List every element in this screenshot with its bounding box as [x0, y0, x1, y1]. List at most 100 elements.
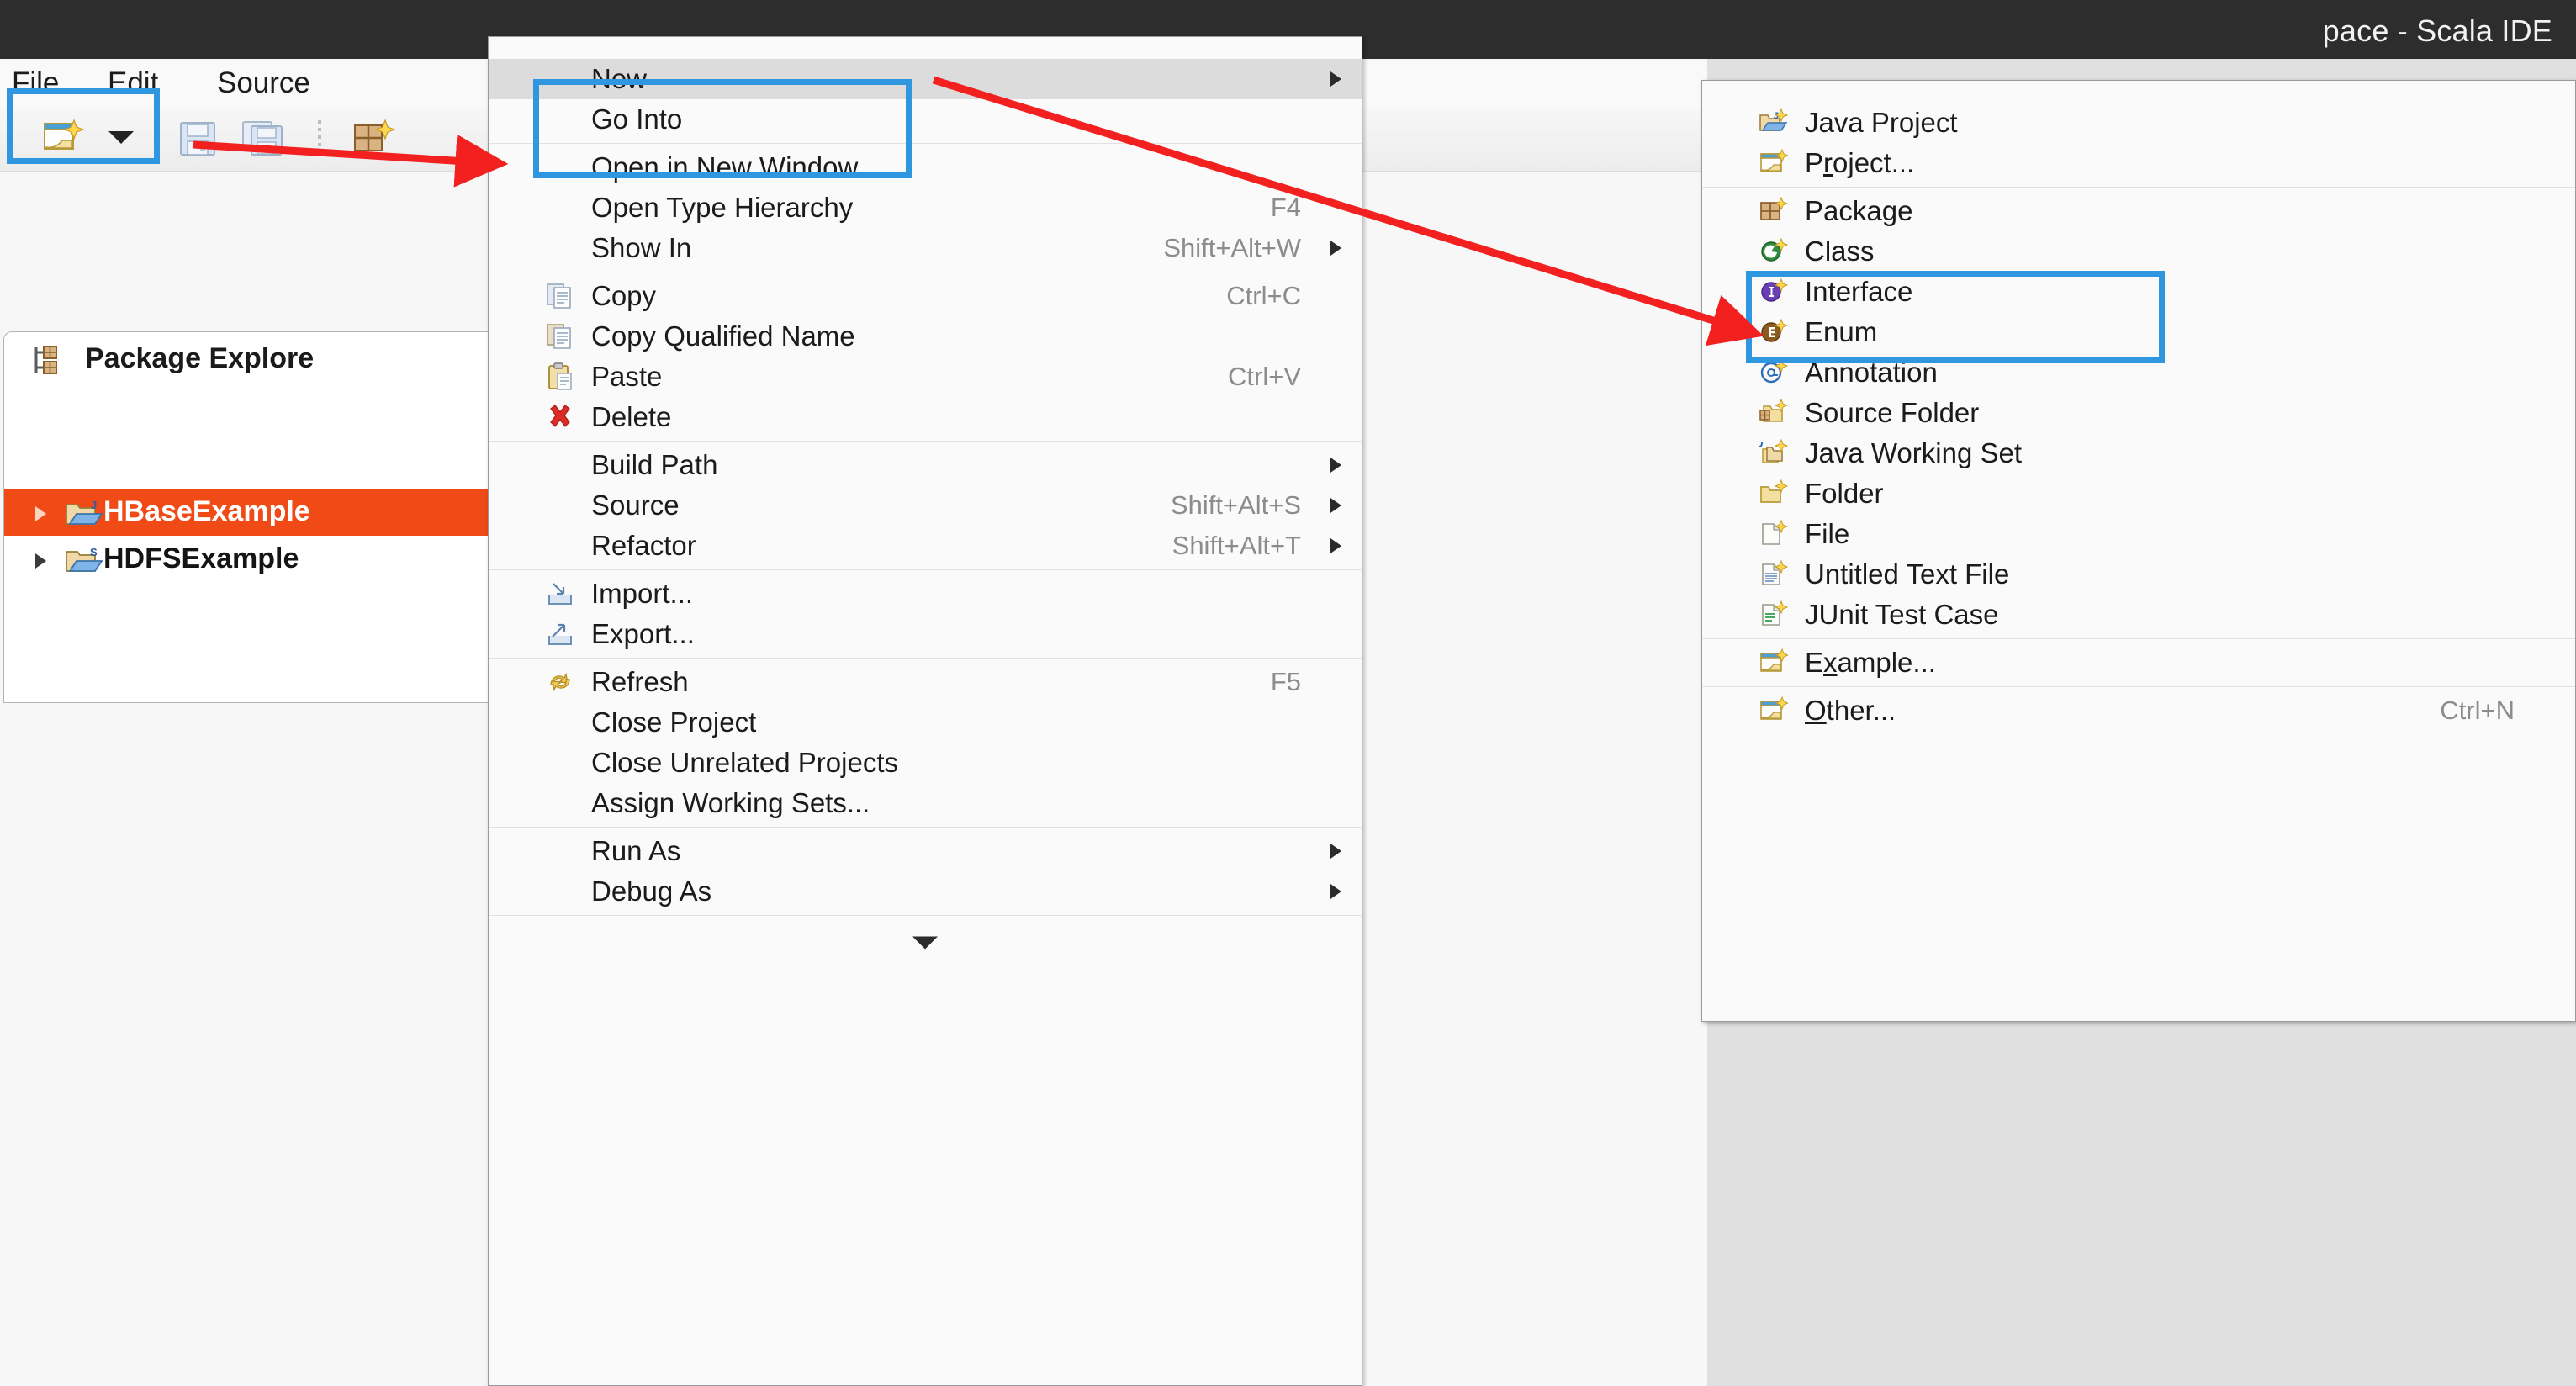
save-all-icon	[241, 119, 286, 163]
tree-item-hbaseexample[interactable]: J HBaseExample	[4, 489, 509, 536]
submenu-item-accel: Ctrl+N	[2440, 696, 2515, 725]
menu-separator	[489, 143, 1362, 144]
submenu-item-package[interactable]: Package	[1702, 191, 2575, 231]
submenu-item-label: Java Project	[1805, 107, 1958, 138]
package-explorer-tab-label: Package Explore	[85, 342, 315, 374]
submenu-item-untitled-text-file[interactable]: Untitled Text File	[1702, 554, 2575, 595]
submenu-item-label: Source Folder	[1805, 397, 1980, 428]
package-explorer-tab[interactable]: Package Explore	[4, 332, 509, 386]
chevron-down-icon[interactable]	[106, 129, 136, 150]
menu-item-new[interactable]: New	[489, 59, 1362, 99]
new-project-icon	[1759, 148, 1790, 177]
submenu-item-java-working-set[interactable]: Java Working Set	[1702, 433, 2575, 473]
menu-item-label: Refresh	[591, 666, 689, 697]
new-wizard-icon[interactable]	[42, 119, 85, 161]
menu-item-label: Paste	[591, 361, 663, 392]
menu-separator	[1702, 638, 2575, 639]
new-junit-test-case-icon	[1759, 600, 1789, 629]
menu-item-label: Close Unrelated Projects	[591, 747, 898, 778]
menu-item-build-path[interactable]: Build Path	[489, 445, 1362, 485]
new-untitled-text-file-icon	[1759, 559, 1789, 589]
svg-text:J: J	[91, 499, 97, 511]
tree-item-label: HDFSExample	[103, 542, 299, 574]
submenu-item-label: Project...	[1805, 147, 1915, 178]
menu-item-import[interactable]: Import...	[489, 574, 1362, 614]
menu-item-run-as[interactable]: Run As	[489, 831, 1362, 871]
menu-item-label: Copy	[591, 280, 657, 311]
submenu-item-folder[interactable]: Folder	[1702, 473, 2575, 514]
submenu-item-label: Interface	[1805, 276, 1913, 307]
menu-item-label: Source	[591, 489, 680, 521]
tree-item-hdfsexample[interactable]: S HDFSExample	[4, 536, 509, 583]
menu-item-refactor[interactable]: Refactor Shift+Alt+T	[489, 526, 1362, 566]
new-source-folder-icon	[1759, 398, 1789, 427]
menu-item-paste[interactable]: Paste Ctrl+V	[489, 357, 1362, 397]
submenu-arrow-icon	[1330, 498, 1341, 513]
delete-icon	[546, 403, 574, 431]
menu-padding	[489, 37, 1362, 59]
submenu-item-junit-test-case[interactable]: JUnit Test Case	[1702, 595, 2575, 635]
submenu-item-interface[interactable]: Interface	[1702, 272, 2575, 312]
menu-item-copy-qualified-name[interactable]: Copy Qualified Name	[489, 316, 1362, 357]
package-explorer-icon	[33, 344, 68, 380]
menubar-item-source[interactable]: Source	[217, 66, 310, 100]
menu-item-source[interactable]: Source Shift+Alt+S	[489, 485, 1362, 526]
new-package-icon[interactable]	[352, 119, 396, 161]
menu-separator	[489, 569, 1362, 570]
menu-item-export[interactable]: Export...	[489, 614, 1362, 654]
new-submenu: J Java Project Project... Package Class …	[1701, 80, 2576, 1022]
menu-item-close-unrelated-projects[interactable]: Close Unrelated Projects	[489, 743, 1362, 783]
svg-text:S: S	[90, 546, 98, 558]
submenu-item-source-folder[interactable]: Source Folder	[1702, 393, 2575, 433]
chevron-right-icon[interactable]	[31, 551, 50, 575]
copy-qualified-name-icon	[546, 322, 574, 351]
submenu-item-label: JUnit Test Case	[1805, 599, 1999, 630]
menu-item-label: New	[591, 63, 648, 94]
menu-item-label: Delete	[591, 401, 672, 432]
menu-scroll-down-button[interactable]	[489, 919, 1362, 966]
submenu-item-java-project[interactable]: J Java Project	[1702, 103, 2575, 143]
menu-item-label: Refactor	[591, 530, 696, 561]
new-example-icon	[1759, 648, 1790, 677]
menu-item-label: Build Path	[591, 449, 718, 480]
menu-separator	[1702, 686, 2575, 687]
menu-separator	[1702, 187, 2575, 188]
chevron-down-icon	[912, 936, 938, 950]
chevron-right-icon[interactable]	[31, 504, 50, 528]
scala-project-icon: S	[65, 546, 103, 580]
menu-item-accel: Shift+Alt+S	[1170, 490, 1301, 520]
menu-item-open-in-new-window[interactable]: Open in New Window	[489, 147, 1362, 188]
menu-item-copy[interactable]: Copy Ctrl+C	[489, 276, 1362, 316]
menu-item-refresh[interactable]: Refresh F5	[489, 662, 1362, 702]
toolbar-separator	[318, 120, 321, 157]
menubar-item-file[interactable]: File	[12, 66, 59, 100]
menu-item-delete[interactable]: Delete	[489, 397, 1362, 437]
submenu-item-label: Untitled Text File	[1805, 558, 2010, 590]
refresh-icon	[546, 668, 574, 696]
menu-item-label: Close Project	[591, 706, 757, 738]
menu-item-go-into[interactable]: Go Into	[489, 99, 1362, 140]
menu-item-debug-as[interactable]: Debug As	[489, 871, 1362, 912]
menu-item-assign-working-sets[interactable]: Assign Working Sets...	[489, 783, 1362, 823]
submenu-item-label: Folder	[1805, 478, 1884, 509]
menu-separator	[489, 827, 1362, 828]
new-file-icon	[1759, 519, 1789, 548]
submenu-item-class[interactable]: Class	[1702, 231, 2575, 272]
submenu-item-other[interactable]: Other... Ctrl+N	[1702, 690, 2575, 731]
new-java-project-icon: J	[1759, 108, 1789, 137]
submenu-item-label: File	[1805, 518, 1850, 549]
menu-item-close-project[interactable]: Close Project	[489, 702, 1362, 743]
menu-item-open-type-hierarchy[interactable]: Open Type Hierarchy F4	[489, 188, 1362, 228]
submenu-arrow-icon	[1330, 844, 1341, 859]
submenu-item-example[interactable]: Example...	[1702, 643, 2575, 683]
submenu-item-annotation[interactable]: Annotation	[1702, 352, 2575, 393]
menu-item-label: Assign Working Sets...	[591, 787, 870, 818]
submenu-item-label: Package	[1805, 195, 1913, 226]
submenu-item-enum[interactable]: Enum	[1702, 312, 2575, 352]
submenu-item-project[interactable]: Project...	[1702, 143, 2575, 183]
menu-item-label: Copy Qualified Name	[591, 320, 855, 352]
menubar-item-edit[interactable]: Edit	[108, 66, 158, 100]
submenu-item-file[interactable]: File	[1702, 514, 2575, 554]
menu-item-show-in[interactable]: Show In Shift+Alt+W	[489, 228, 1362, 268]
menu-item-accel: Shift+Alt+T	[1172, 531, 1301, 560]
